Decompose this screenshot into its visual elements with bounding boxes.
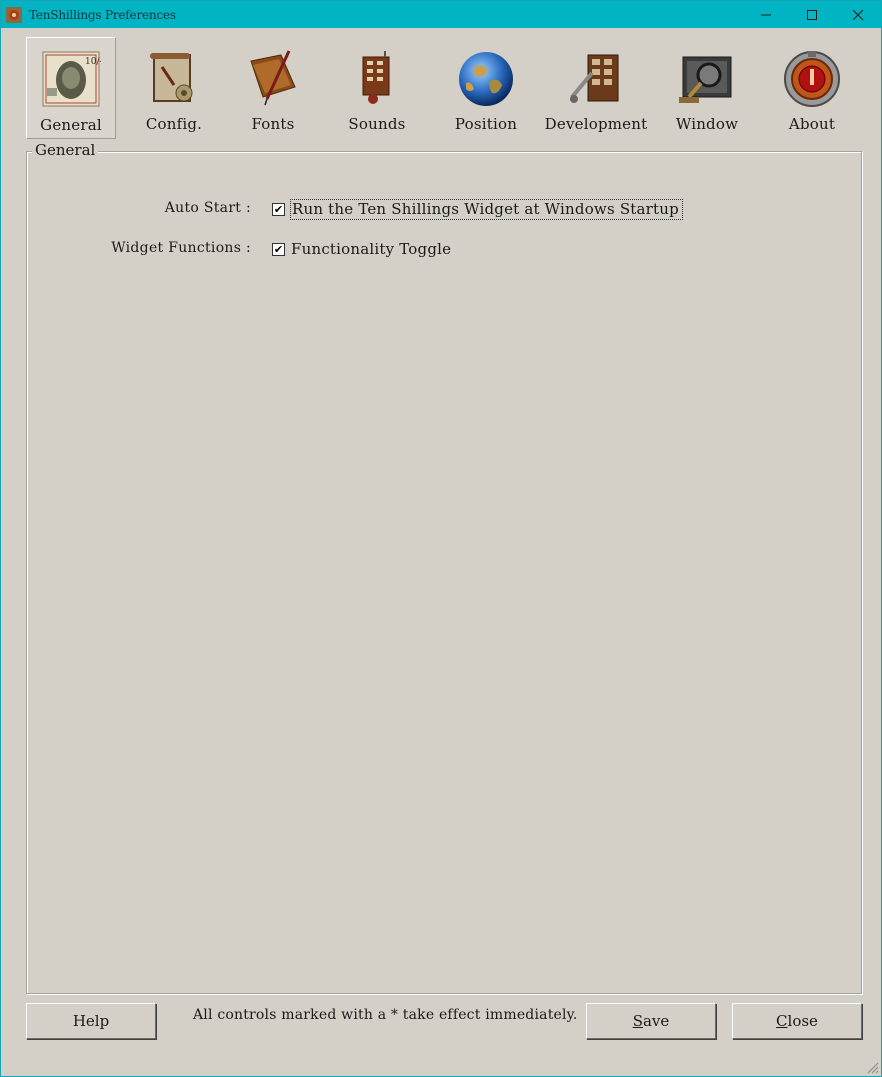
close-button[interactable]: Close	[732, 1003, 862, 1039]
tab-about[interactable]: About	[767, 37, 857, 139]
maximize-button[interactable]	[789, 1, 835, 28]
save-button[interactable]: Save	[586, 1003, 716, 1039]
widget-functions-checkbox-row[interactable]: ✔ Functionality Toggle	[272, 238, 451, 260]
help-button[interactable]: Help	[26, 1003, 156, 1039]
close-window-button[interactable]	[835, 1, 881, 28]
general-group-legend: General	[32, 141, 99, 159]
title-bar[interactable]: TenShillings Preferences	[1, 1, 881, 28]
tab-sounds-label: Sounds	[348, 115, 406, 133]
globe-icon	[459, 52, 513, 106]
config-scroll-icon	[150, 53, 193, 102]
window-controls	[743, 1, 881, 28]
resize-grip-icon[interactable]	[865, 1060, 879, 1074]
widget-functions-label: Widget Functions :	[111, 240, 251, 256]
svg-text:10/-: 10/-	[85, 57, 101, 67]
tab-fonts[interactable]: Fonts	[228, 37, 318, 139]
development-tools-icon	[570, 54, 619, 103]
magnifier-window-icon	[679, 56, 732, 103]
preferences-toolbar: 10/- General Config. Fonts Sounds Positi…	[1, 33, 881, 141]
tab-position-label: Position	[454, 115, 518, 133]
banknote-icon: 10/-	[42, 51, 101, 107]
tab-config-label: Config.	[145, 115, 203, 133]
tab-sounds[interactable]: Sounds	[332, 37, 422, 139]
tab-general-label: General	[40, 116, 102, 134]
close-icon	[852, 9, 864, 20]
minimize-button[interactable]	[743, 1, 789, 28]
tab-position[interactable]: Position	[441, 37, 531, 139]
auto-start-checkbox[interactable]: ✔	[272, 202, 285, 216]
footer-note: All controls marked with a * take effect…	[193, 1007, 578, 1023]
auto-start-label-cell: Auto Start :	[61, 197, 251, 219]
general-group	[26, 151, 862, 994]
tab-development[interactable]: Development	[545, 37, 647, 139]
tab-about-label: About	[788, 115, 836, 133]
minimize-icon	[761, 14, 771, 15]
functionality-toggle-checkbox[interactable]: ✔	[272, 242, 285, 256]
app-icon	[6, 6, 22, 23]
checkmark-icon: ✔	[273, 242, 284, 256]
sound-machine-icon	[362, 51, 390, 104]
checkmark-icon: ✔	[273, 202, 284, 216]
auto-start-checkbox-row[interactable]: ✔ Run the Ten Shillings Widget at Window…	[272, 198, 683, 220]
auto-start-checkbox-text[interactable]: Run the Ten Shillings Widget at Windows …	[290, 198, 683, 220]
functionality-toggle-text[interactable]: Functionality Toggle	[291, 240, 451, 258]
tab-general[interactable]: 10/- General	[26, 37, 116, 139]
tab-window-label: Window	[675, 115, 739, 133]
preferences-window: TenShillings Preferences 10/- General Co…	[0, 0, 882, 1077]
auto-start-label: Auto Start :	[164, 200, 251, 216]
about-dial-icon	[784, 51, 840, 107]
window-title: TenShillings Preferences	[29, 7, 176, 22]
tab-development-label: Development	[544, 115, 648, 133]
widget-functions-label-cell: Widget Functions :	[61, 237, 251, 259]
tab-fonts-label: Fonts	[251, 115, 295, 133]
maximize-icon	[807, 9, 817, 20]
book-quill-icon	[250, 50, 296, 106]
tab-config[interactable]: Config.	[129, 37, 219, 139]
tab-window[interactable]: Window	[662, 37, 752, 139]
